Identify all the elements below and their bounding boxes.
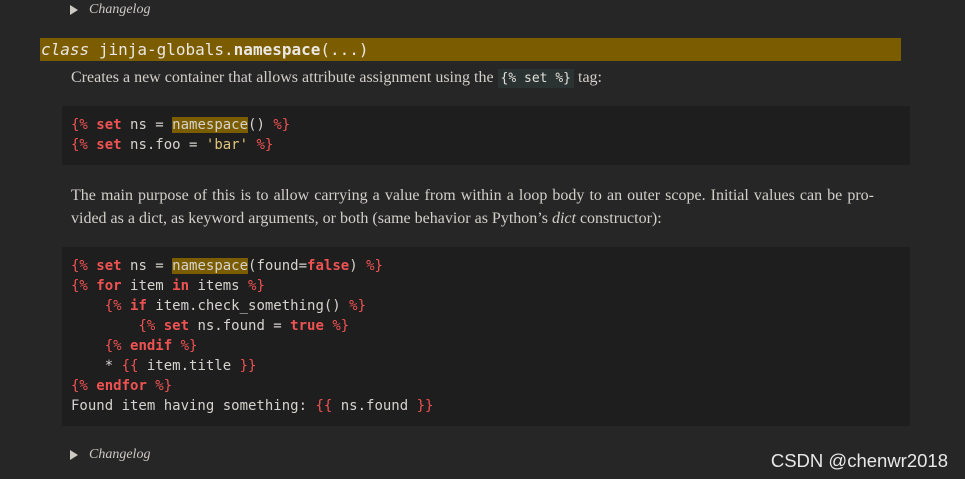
code-token: %}	[340, 298, 367, 314]
code-token: {{	[315, 398, 333, 414]
code-token: set	[96, 258, 122, 274]
code-line: {% endfor %}	[71, 376, 901, 396]
code-token: {%	[71, 117, 97, 133]
code-token: ns =	[121, 117, 173, 133]
description-text-end: tag:	[574, 69, 602, 86]
code-token: false	[307, 258, 350, 274]
code-token: 'bar'	[205, 137, 249, 153]
code-token: {%	[71, 258, 97, 274]
code-token: true	[290, 318, 324, 334]
disclosure-triangle-icon	[70, 5, 78, 15]
code-token: %}	[146, 378, 173, 394]
code-token: item	[121, 278, 173, 294]
code-token: {%	[71, 278, 97, 294]
code-token: ns =	[121, 258, 173, 274]
code-token: %}	[172, 338, 198, 354]
code-token: set	[163, 318, 190, 334]
code-token: ns.found	[332, 398, 417, 414]
code-token: )	[349, 258, 358, 274]
code-token: for	[96, 278, 122, 294]
code-line: {% set ns.found = true %}	[71, 316, 901, 336]
code-token: endfor	[96, 378, 147, 394]
code-block-example-2: {% set ns = namespace(found=false) %} {% …	[62, 247, 910, 426]
inline-code-set-tag: {% set %}	[497, 69, 574, 88]
code-token: in	[172, 278, 190, 294]
search-highlight: namespace	[172, 117, 249, 133]
changelog-toggle-bottom[interactable]: Changelog	[70, 445, 150, 465]
search-highlight: namespace	[172, 258, 249, 274]
code-token: %}	[239, 278, 265, 294]
purpose-paragraph-line-2: vided as a dict, as keyword arguments, o…	[71, 207, 874, 230]
api-signature: class jinja-globals.namespace(...)	[40, 38, 901, 61]
code-token: if	[130, 298, 147, 314]
code-token: }}	[416, 398, 434, 414]
code-token: *	[71, 358, 122, 374]
code-token: items	[189, 278, 240, 294]
code-token: ns.found =	[189, 318, 291, 334]
code-token: {{	[121, 358, 139, 374]
code-token: %}	[323, 318, 350, 334]
code-token: %}	[264, 117, 291, 133]
code-block-example-1: {% set ns = namespace() %} {% set ns.foo …	[62, 106, 910, 165]
code-token: {%	[71, 338, 131, 354]
code-line: {% if item.check_something() %}	[71, 296, 901, 316]
code-token: {%	[71, 378, 97, 394]
code-line: * {{ item.title }}	[71, 356, 901, 376]
watermark: CSDN @chenwr2018	[770, 450, 948, 471]
signature-name: namespace	[233, 40, 321, 59]
code-token: item.title	[138, 358, 240, 374]
changelog-label: Changelog	[89, 2, 151, 17]
code-line: {% for item in items %}	[71, 276, 901, 296]
signature-prefix: jinja-globals.	[98, 40, 234, 59]
code-token: item.check_something()	[146, 298, 341, 314]
code-line: {% set ns = namespace() %}	[71, 115, 901, 135]
code-token: (found=	[248, 258, 308, 274]
dict-emphasis: dict	[551, 210, 576, 227]
code-line: {% endif %}	[71, 336, 901, 356]
code-token: }}	[239, 358, 257, 374]
code-token: {%	[71, 137, 97, 153]
code-token: {%	[71, 298, 131, 314]
documentation-content: Changelog class jinja-globals.namespace(…	[0, 0, 965, 479]
code-token: set	[96, 117, 122, 133]
description-paragraph: Creates a new container that allows attr…	[71, 66, 602, 90]
code-token: set	[96, 137, 122, 153]
purpose-text: vided as a dict, as keyword arguments, o…	[71, 210, 552, 227]
purpose-text-end: constructor):	[575, 210, 662, 227]
code-token: endif	[130, 338, 173, 354]
signature-keyword: class	[41, 40, 90, 59]
code-token: %}	[248, 137, 274, 153]
code-token: ns.foo =	[121, 137, 206, 153]
changelog-label: Changelog	[89, 447, 151, 462]
signature-params: (...)	[320, 40, 369, 59]
code-token: {%	[71, 318, 164, 334]
code-line: Found item having something: {{ ns.found…	[71, 396, 901, 416]
code-token: Found item having something:	[71, 398, 316, 414]
changelog-toggle-top[interactable]: Changelog	[70, 0, 150, 20]
description-text: Creates a new container that allows attr…	[71, 69, 498, 86]
code-line: {% set ns = namespace(found=false) %}	[71, 256, 901, 276]
disclosure-triangle-icon	[70, 450, 78, 460]
code-line: {% set ns.foo = 'bar' %}	[71, 135, 901, 155]
purpose-paragraph: The main purpose of this is to allow car…	[71, 184, 874, 230]
code-token: %}	[357, 258, 383, 274]
code-token: ()	[248, 117, 265, 133]
purpose-paragraph-line-1: The main purpose of this is to allow car…	[71, 187, 874, 204]
